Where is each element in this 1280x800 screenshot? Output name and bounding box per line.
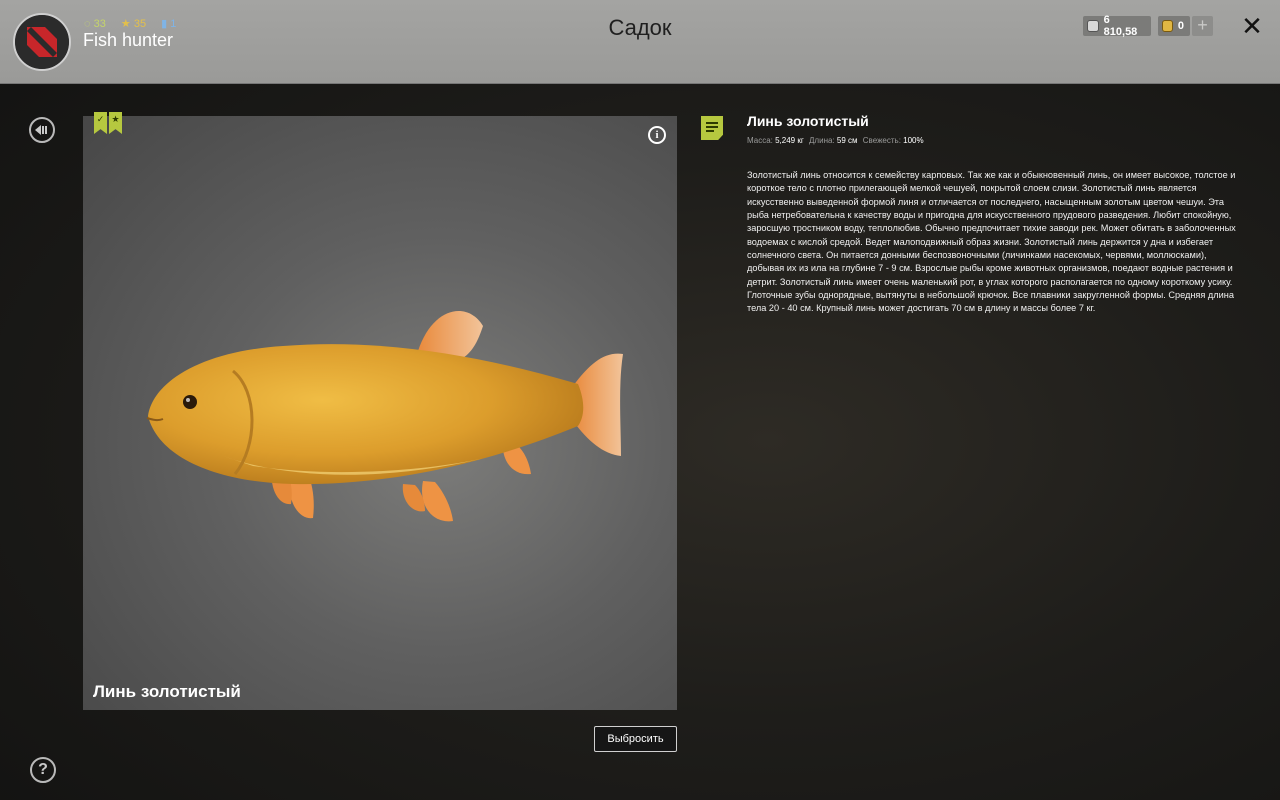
add-currency-button[interactable]: + <box>1192 16 1213 36</box>
note-icon[interactable] <box>701 116 723 140</box>
fish-stats: Масса: 5,249 кг Длина: 59 см Свежесть: 1… <box>747 136 924 145</box>
fish-model-image <box>146 311 623 522</box>
silver-balance: 6 810,58 <box>1083 14 1151 38</box>
length-value: 59 см <box>836 136 858 145</box>
discard-button[interactable]: Выбросить <box>594 726 677 752</box>
check-badge-icon: ✓ <box>94 112 107 134</box>
close-icon[interactable]: ✕ <box>1240 14 1264 40</box>
help-icon[interactable]: ? <box>30 757 56 783</box>
fish-name-label: Линь золотистый <box>93 682 241 701</box>
info-icon[interactable]: i <box>648 126 666 144</box>
freshness-value: 100% <box>903 136 924 145</box>
gold-balance: 0 <box>1158 16 1190 36</box>
back-arrow-icon[interactable] <box>29 117 55 143</box>
mass-value: 5,249 кг <box>775 136 804 145</box>
fish-preview-panel: ✓ ★ i Линь золотистый <box>83 112 677 710</box>
fish-title: Линь золотистый <box>747 113 869 129</box>
star-badge-icon: ★ <box>109 112 122 134</box>
fish-badges: ✓ ★ <box>94 112 122 134</box>
fish-description: Золотистый линь относится к семейству ка… <box>747 170 1236 314</box>
silver-coin-icon <box>1087 20 1099 32</box>
top-bar: ◌ 33 ★ 35 ▮ 1 Fish hunter Садок 6 810,58… <box>0 0 1280 84</box>
gold-coin-icon <box>1162 20 1173 32</box>
